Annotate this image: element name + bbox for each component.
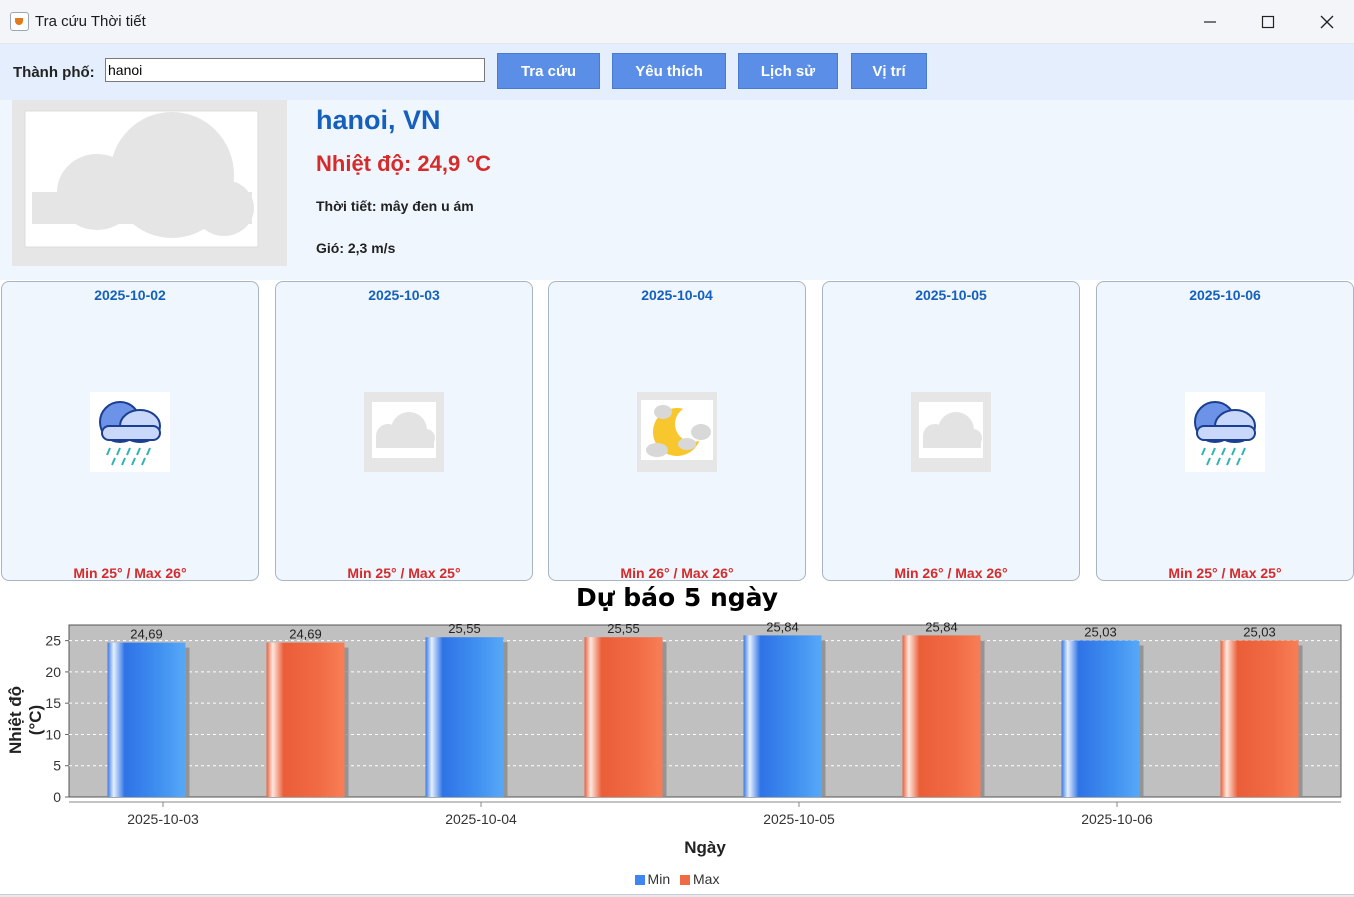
close-button[interactable] [1307,8,1347,36]
chart-legend: Min Max [0,871,1354,887]
legend-item-min: Min [634,871,671,887]
favorites-button[interactable]: Yêu thích [612,53,726,89]
bar-value-label: 25,84 [766,619,799,634]
forecast-date: 2025-10-03 [368,287,440,303]
bar-min [1061,640,1140,797]
overcast-cloud-icon [12,100,287,266]
history-button[interactable]: Lịch sử [738,53,838,89]
forecast-card: 2025-10-06 Min 25° / Max 25° [1096,281,1354,581]
forecast-bar-chart: 0 5 10 15 20 25 24,69 24,69 2025-10-03 25,55 25,55… [45,619,1342,827]
bar-min [743,635,822,797]
y-tick-label: 0 [53,789,61,805]
bar-max [584,637,663,797]
window-title: Tra cứu Thời tiết [35,13,146,30]
minimize-button[interactable] [1190,8,1230,36]
current-temperature: Nhiệt độ: 24,9 °C [316,151,492,176]
bar-value-label: 24,69 [130,627,163,642]
y-tick-label: 20 [45,664,61,680]
wind-speed: Gió: 2,3 m/s [316,240,396,256]
location-button[interactable]: Vị trí [851,53,927,89]
maximize-button[interactable] [1248,8,1288,36]
forecast-date: 2025-10-04 [641,287,713,303]
app-window: Tra cứu Thời tiết Thành phố: hanoi Tra c… [0,0,1354,895]
maximize-icon [1261,15,1275,29]
y-tick-label: 10 [45,726,61,742]
forecast-minmax: Min 25° / Max 25° [1168,565,1282,581]
forecast-date: 2025-10-05 [915,287,987,303]
rain-cloud-icon [1185,392,1265,472]
forecast-minmax: Min 25° / Max 26° [73,565,187,581]
forecast-card: 2025-10-03 Min 25° / Max 25° [275,281,533,581]
x-tick-label: 2025-10-06 [1081,811,1153,827]
bar-min [425,637,504,797]
night-partly-cloudy-icon [637,392,717,472]
legend-label-max: Max [693,871,720,887]
x-axis-label: Ngày [684,838,726,857]
bar-value-label: 25,55 [448,621,481,636]
legend-swatch-max [680,875,690,885]
bar-value-label: 25,03 [1243,624,1276,639]
java-app-icon [10,12,29,31]
y-tick-label: 5 [53,758,61,774]
forecast-card: 2025-10-04 Min 26° / Max 26° [548,281,806,581]
bar-max [1220,640,1299,797]
legend-swatch-min [634,875,645,885]
forecast-date: 2025-10-02 [94,287,166,303]
x-tick-label: 2025-10-03 [127,811,199,827]
city-name: hanoi, VN [316,105,441,135]
x-tick-label: 2025-10-04 [445,811,517,827]
legend-item-max: Max [680,871,719,887]
weather-description: Thời tiết: mây đen u ám [316,198,474,214]
close-icon [1320,15,1334,29]
bar-value-label: 25,84 [925,619,958,634]
overcast-cloud-icon [911,392,991,472]
bar-max [266,642,345,797]
forecast-card: 2025-10-05 Min 26° / Max 26° [822,281,1080,581]
bar-min [107,642,186,797]
overcast-cloud-icon [364,392,444,472]
search-button[interactable]: Tra cứu [497,53,600,89]
plot-area [68,624,1342,798]
city-label: Thành phố: [13,64,95,81]
bar-max [902,635,981,797]
title-bar: Tra cứu Thời tiết [0,0,1354,44]
x-tick-label: 2025-10-05 [763,811,835,827]
bar-value-label: 25,03 [1084,624,1117,639]
forecast-card: 2025-10-02 Min 25° / Max 26° [1,281,259,581]
current-weather-panel: hanoi, VN Nhiệt độ: 24,9 °C Thời tiết: m… [0,100,1354,280]
legend-label-min: Min [647,871,671,887]
forecast-date: 2025-10-06 [1189,287,1261,303]
y-tick-label: 25 [45,633,61,649]
minimize-icon [1204,21,1216,23]
rain-cloud-icon [90,392,170,472]
forecast-minmax: Min 26° / Max 26° [894,565,1008,581]
city-input[interactable]: hanoi [105,58,485,82]
forecast-minmax: Min 25° / Max 25° [347,565,461,581]
search-toolbar: Thành phố: hanoi Tra cứu Yêu thích Lịch … [0,44,1354,100]
forecast-minmax: Min 26° / Max 26° [620,565,734,581]
bar-value-label: 24,69 [289,627,322,642]
chart-title: Dự báo 5 ngày [575,583,779,612]
bar-value-label: 25,55 [607,621,640,636]
y-tick-label: 15 [45,695,61,711]
